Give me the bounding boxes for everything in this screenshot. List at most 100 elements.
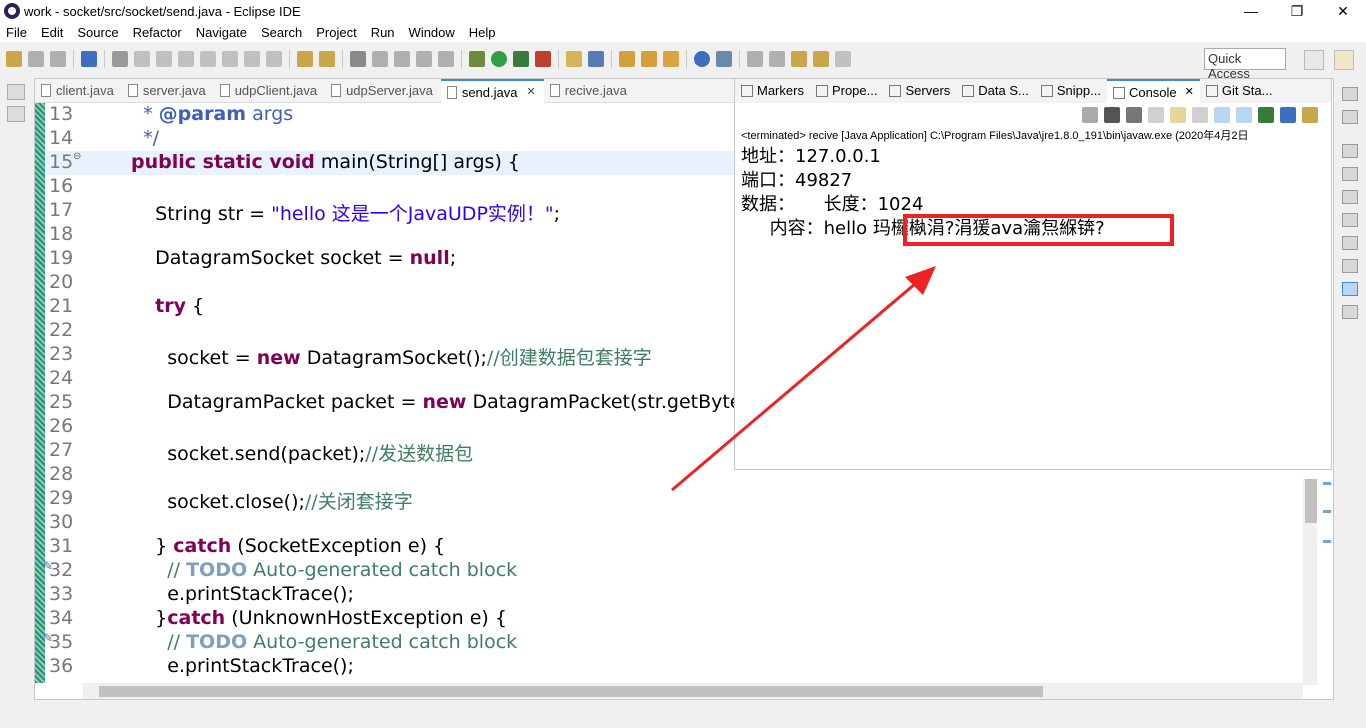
- markers-icon[interactable]: [1342, 167, 1358, 181]
- fold-icon[interactable]: ⊖: [73, 151, 81, 162]
- suspend-icon[interactable]: [156, 51, 172, 67]
- new-class-icon[interactable]: [588, 51, 604, 67]
- code-line[interactable]: 34 }catch (UnknownHostException e) {: [45, 607, 1325, 631]
- remove-launch-icon[interactable]: [1104, 107, 1120, 123]
- menu-refactor[interactable]: Refactor: [127, 25, 190, 40]
- overview-marker[interactable]: [1323, 540, 1331, 543]
- code-line[interactable]: 33 e.printStackTrace();: [45, 583, 1325, 607]
- quick-access-input[interactable]: Quick Access: [1204, 48, 1286, 81]
- restore-button[interactable]: ❐: [1274, 0, 1320, 22]
- terminate-icon[interactable]: [178, 51, 194, 67]
- menu-run[interactable]: Run: [365, 25, 403, 40]
- step-into-icon[interactable]: [222, 51, 238, 67]
- editor-tab-send[interactable]: send.java ✕: [440, 79, 544, 103]
- next-annotation-icon[interactable]: [747, 51, 763, 67]
- package-explorer-icon[interactable]: [7, 106, 25, 122]
- menu-source[interactable]: Source: [71, 25, 126, 40]
- view-tab-prope[interactable]: Prope...: [810, 79, 884, 103]
- snippets-icon[interactable]: [1342, 259, 1358, 273]
- run-icon[interactable]: [491, 51, 507, 67]
- view-tab-git-sta[interactable]: Git Sta...: [1200, 79, 1279, 103]
- pin-icon[interactable]: [716, 51, 732, 67]
- view-tab-snipp[interactable]: Snipp...: [1035, 79, 1107, 103]
- terminal-icon[interactable]: [81, 51, 97, 67]
- previous-annotation-icon[interactable]: [769, 51, 785, 67]
- scroll-thumb[interactable]: [1305, 479, 1317, 523]
- view-tab-data-s[interactable]: Data S...: [956, 79, 1035, 103]
- forward-icon[interactable]: [835, 51, 851, 67]
- external-tools-icon[interactable]: [535, 51, 551, 67]
- menu-search[interactable]: Search: [255, 25, 310, 40]
- code-line[interactable]: 30: [45, 511, 1325, 535]
- menu-window[interactable]: Window: [403, 25, 463, 40]
- properties-icon[interactable]: [1342, 190, 1358, 204]
- minimize-button[interactable]: —: [1228, 0, 1274, 22]
- console-horizontal-scrollbar[interactable]: [739, 453, 1313, 467]
- close-tab-icon[interactable]: ✕: [526, 85, 535, 98]
- code-line[interactable]: 36 e.printStackTrace();: [45, 655, 1325, 679]
- back-icon[interactable]: [813, 51, 829, 67]
- view-tab-servers[interactable]: Servers: [883, 79, 956, 103]
- view-tab-console[interactable]: Console ✕: [1106, 79, 1200, 103]
- menu-file[interactable]: File: [0, 25, 35, 40]
- restore-view-icon[interactable]: [7, 84, 25, 100]
- overview-marker[interactable]: [1323, 510, 1331, 513]
- task-marker-icon[interactable]: ✎: [43, 631, 53, 645]
- open-resource-icon[interactable]: [641, 51, 657, 67]
- save-all-icon[interactable]: [50, 51, 66, 67]
- editor-horizontal-scrollbar[interactable]: [83, 683, 1303, 699]
- editor-tab-udpServer[interactable]: udpServer.java: [325, 79, 441, 103]
- close-tab-icon[interactable]: ✕: [1185, 85, 1194, 103]
- console-vertical-scrollbar[interactable]: [1313, 139, 1327, 453]
- step-return-icon[interactable]: [266, 51, 282, 67]
- code-line[interactable]: 35 ✎ // TODO Auto-generated catch block: [43, 631, 1325, 655]
- new-icon[interactable]: [6, 51, 22, 67]
- annotation-icon[interactable]: [350, 51, 366, 67]
- last-edit-icon[interactable]: [791, 51, 807, 67]
- editor-tab-server[interactable]: server.java: [122, 79, 214, 103]
- search-icon[interactable]: [663, 51, 679, 67]
- editor-vertical-scrollbar[interactable]: [1303, 479, 1317, 685]
- view-tab-markers[interactable]: Markers: [735, 79, 810, 103]
- mark-occurrences-icon[interactable]: [372, 51, 388, 67]
- clear-console-icon[interactable]: [1148, 107, 1164, 123]
- open-console-icon[interactable]: [1302, 107, 1318, 123]
- outline-icon[interactable]: [1342, 110, 1358, 124]
- menu-edit[interactable]: Edit: [35, 25, 71, 40]
- globe-icon[interactable]: [694, 51, 710, 67]
- code-line[interactable]: 29 socket.close();//关闭套接字: [45, 487, 1325, 513]
- scroll-lock-icon[interactable]: [1170, 107, 1186, 123]
- coverage-icon[interactable]: [513, 51, 529, 67]
- close-button[interactable]: ✕: [1320, 0, 1366, 22]
- menu-navigate[interactable]: Navigate: [190, 25, 255, 40]
- open-folder-icon[interactable]: [619, 51, 635, 67]
- git-staging-icon[interactable]: [1342, 305, 1358, 319]
- open-type-icon[interactable]: [297, 51, 313, 67]
- open-task-icon[interactable]: [319, 51, 335, 67]
- remove-all-icon[interactable]: [1126, 107, 1142, 123]
- word-wrap-icon[interactable]: [394, 51, 410, 67]
- debug-icon[interactable]: [469, 51, 485, 67]
- step-over-icon[interactable]: [244, 51, 260, 67]
- java-perspective-icon[interactable]: [1334, 50, 1354, 70]
- editor-tab-client[interactable]: client.java: [35, 79, 122, 103]
- restore-view-icon[interactable]: [1342, 87, 1358, 101]
- new-java-project-icon[interactable]: [566, 51, 582, 67]
- save-icon[interactable]: [28, 51, 44, 67]
- open-perspective-icon[interactable]: [1304, 50, 1324, 70]
- show-whitespace-icon[interactable]: [438, 51, 454, 67]
- editor-tab-recive[interactable]: recive.java: [544, 79, 635, 103]
- word-wrap-icon[interactable]: [1192, 107, 1208, 123]
- code-line[interactable]: 31 } catch (SocketException e) {: [45, 535, 1325, 559]
- data-source-icon[interactable]: [1342, 236, 1358, 250]
- disconnect-icon[interactable]: [200, 51, 216, 67]
- menu-project[interactable]: Project: [310, 25, 364, 40]
- console-icon[interactable]: [1342, 282, 1358, 296]
- task-marker-icon[interactable]: ✎: [43, 559, 53, 573]
- code-line[interactable]: 32 ✎ // TODO Auto-generated catch block: [43, 559, 1325, 583]
- block-selection-icon[interactable]: [416, 51, 432, 67]
- pin-console-icon[interactable]: [1258, 107, 1274, 123]
- scroll-thumb[interactable]: [99, 686, 1043, 697]
- display-console-icon[interactable]: [1280, 107, 1296, 123]
- show-on-stdout-icon[interactable]: [1214, 107, 1230, 123]
